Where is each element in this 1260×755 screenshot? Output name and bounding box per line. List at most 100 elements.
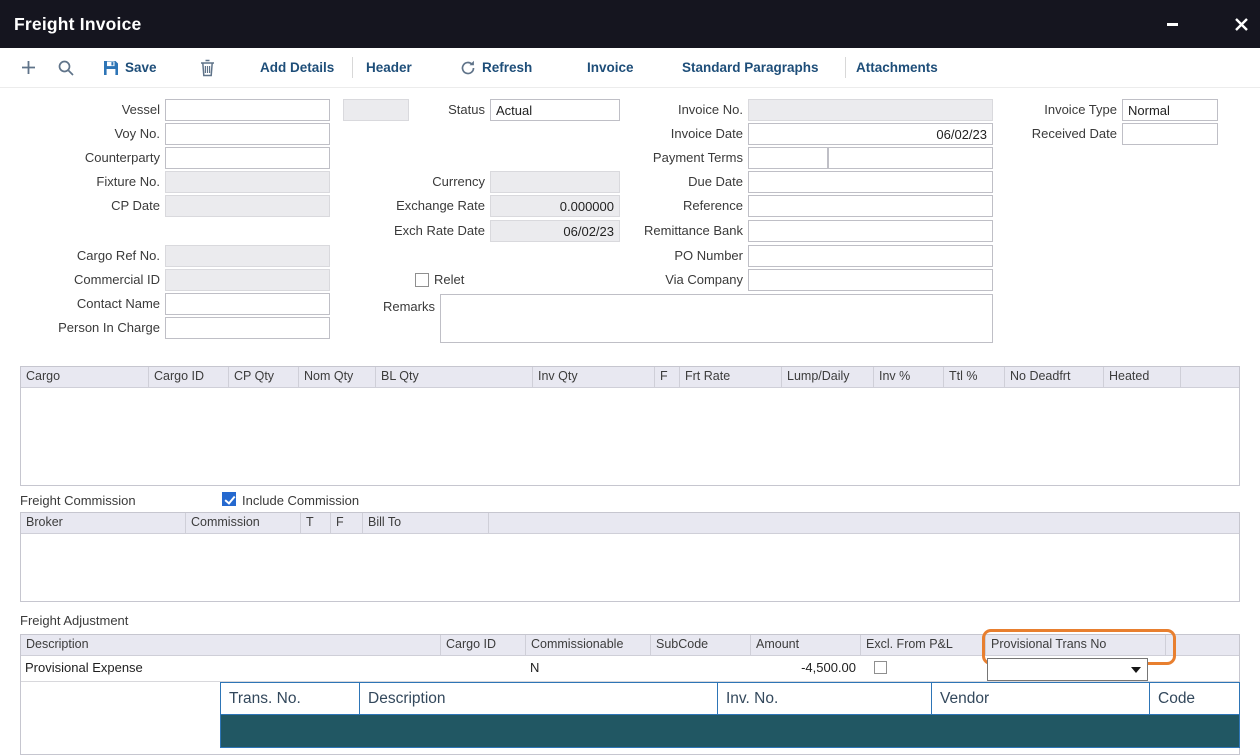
due-date-input[interactable] xyxy=(748,171,993,193)
fixture-no-label: Fixture No. xyxy=(0,171,160,193)
col-header-inv-qty[interactable]: Inv Qty xyxy=(533,367,655,387)
add-icon[interactable] xyxy=(20,48,37,87)
payment-terms-desc-input[interactable] xyxy=(828,147,993,169)
col-header-subcode[interactable]: SubCode xyxy=(651,635,751,655)
counterparty-label: Counterparty xyxy=(0,147,160,169)
titlebar: Freight Invoice xyxy=(0,0,1260,48)
col-header-description[interactable]: Description xyxy=(21,635,441,655)
dropdown-col-vendor[interactable]: Vendor xyxy=(931,682,1150,715)
adjustment-row-amount[interactable]: -4,500.00 xyxy=(750,654,856,682)
col-header-excl-from-pl[interactable]: Excl. From P&L xyxy=(861,635,986,655)
adjustment-grid-header: Description Cargo ID Commissionable SubC… xyxy=(21,635,1239,656)
relet-checkbox[interactable] xyxy=(415,273,429,287)
po-number-label: PO Number xyxy=(580,245,743,267)
received-date-input[interactable] xyxy=(1122,123,1218,145)
commission-grid-header: Broker Commission T F Bill To xyxy=(21,513,1239,534)
vessel-label: Vessel xyxy=(0,99,160,121)
voy-no-input[interactable] xyxy=(165,123,330,145)
col-header-filler xyxy=(1181,367,1239,387)
dropdown-col-code[interactable]: Code xyxy=(1149,682,1240,715)
header-button[interactable]: Header xyxy=(366,48,412,87)
adjustment-row-description[interactable]: Provisional Expense xyxy=(25,654,143,682)
invoice-type-label: Invoice Type xyxy=(985,99,1117,121)
cp-date-label: CP Date xyxy=(0,195,160,217)
payment-terms-label: Payment Terms xyxy=(580,147,743,169)
via-company-input[interactable] xyxy=(748,269,993,291)
refresh-button-label: Refresh xyxy=(482,60,532,75)
cargo-ref-no-input xyxy=(165,245,330,267)
refresh-button[interactable]: Refresh xyxy=(460,48,532,87)
toolbar: Save Add Details Header Refresh Invoice … xyxy=(0,48,1260,88)
col-header-no-deadfrt[interactable]: No Deadfrt xyxy=(1005,367,1104,387)
invoice-button[interactable]: Invoice xyxy=(587,48,634,87)
add-details-button[interactable]: Add Details xyxy=(260,48,334,87)
col-header-f[interactable]: F xyxy=(655,367,680,387)
po-number-input[interactable] xyxy=(748,245,993,267)
dropdown-header-row: Trans. No. Description Inv. No. Vendor C… xyxy=(220,682,1240,715)
invoice-type-input[interactable] xyxy=(1122,99,1218,121)
remittance-bank-input[interactable] xyxy=(748,220,993,242)
col-header-lump-daily[interactable]: Lump/Daily xyxy=(782,367,874,387)
col-header-cp-qty[interactable]: CP Qty xyxy=(229,367,299,387)
col-header-cargo-id[interactable]: Cargo ID xyxy=(441,635,526,655)
window-title: Freight Invoice xyxy=(14,0,141,48)
minimize-button[interactable] xyxy=(1158,0,1186,48)
save-button[interactable]: Save xyxy=(103,48,157,87)
col-header-bill-to[interactable]: Bill To xyxy=(363,513,489,533)
refresh-icon xyxy=(460,60,476,76)
combobox-dropdown-icon[interactable] xyxy=(1131,667,1141,673)
cargo-ref-no-label: Cargo Ref No. xyxy=(0,245,160,267)
standard-paragraphs-button[interactable]: Standard Paragraphs xyxy=(682,48,819,87)
exchange-rate-label: Exchange Rate xyxy=(330,195,485,217)
person-in-charge-label: Person In Charge xyxy=(0,317,160,339)
status-label: Status xyxy=(330,99,485,121)
provisional-trans-no-combobox[interactable] xyxy=(987,658,1148,681)
close-button[interactable] xyxy=(1226,0,1256,48)
reference-input[interactable] xyxy=(748,195,993,217)
col-header-amount[interactable]: Amount xyxy=(751,635,861,655)
payment-terms-code-input[interactable] xyxy=(748,147,828,169)
minimize-icon xyxy=(1167,23,1178,26)
dropdown-col-inv-no[interactable]: Inv. No. xyxy=(717,682,932,715)
close-icon xyxy=(1235,18,1248,31)
counterparty-input[interactable] xyxy=(165,147,330,169)
invoice-no-input xyxy=(748,99,993,121)
invoice-no-label: Invoice No. xyxy=(580,99,743,121)
invoice-date-label: Invoice Date xyxy=(580,123,743,145)
delete-icon[interactable] xyxy=(200,48,215,87)
col-header-nom-qty[interactable]: Nom Qty xyxy=(299,367,376,387)
include-commission-checkbox[interactable] xyxy=(222,492,236,506)
col-header-cargo[interactable]: Cargo xyxy=(21,367,149,387)
dropdown-col-trans-no[interactable]: Trans. No. xyxy=(220,682,360,715)
col-header-filler xyxy=(489,513,1239,533)
cp-date-input xyxy=(165,195,330,217)
commercial-id-label: Commercial ID xyxy=(0,269,160,291)
col-header-f[interactable]: F xyxy=(331,513,363,533)
vessel-input[interactable] xyxy=(165,99,330,121)
remarks-label: Remarks xyxy=(300,296,435,318)
cargo-grid-header: Cargo Cargo ID CP Qty Nom Qty BL Qty Inv… xyxy=(21,367,1239,388)
excl-from-pl-checkbox[interactable] xyxy=(874,661,887,674)
adjustment-row-commissionable[interactable]: N xyxy=(530,654,539,682)
toolbar-separator xyxy=(352,57,353,78)
exch-rate-date-label: Exch Rate Date xyxy=(330,220,485,242)
col-header-frt-rate[interactable]: Frt Rate xyxy=(680,367,782,387)
person-in-charge-input[interactable] xyxy=(165,317,330,339)
col-header-commissionable[interactable]: Commissionable xyxy=(526,635,651,655)
dropdown-selected-row[interactable] xyxy=(220,715,1240,748)
remarks-textarea[interactable] xyxy=(440,294,993,343)
col-header-commission[interactable]: Commission xyxy=(186,513,301,533)
col-header-provisional-trans-no[interactable]: Provisional Trans No xyxy=(986,635,1166,655)
save-button-label: Save xyxy=(125,60,157,75)
dropdown-col-description[interactable]: Description xyxy=(359,682,718,715)
col-header-ttl-pct[interactable]: Ttl % xyxy=(944,367,1005,387)
col-header-t[interactable]: T xyxy=(301,513,331,533)
invoice-date-input[interactable] xyxy=(748,123,993,145)
col-header-heated[interactable]: Heated xyxy=(1104,367,1181,387)
col-header-bl-qty[interactable]: BL Qty xyxy=(376,367,533,387)
search-icon[interactable] xyxy=(57,48,75,87)
col-header-cargo-id[interactable]: Cargo ID xyxy=(149,367,229,387)
attachments-button[interactable]: Attachments xyxy=(856,48,938,87)
col-header-broker[interactable]: Broker xyxy=(21,513,186,533)
col-header-inv-pct[interactable]: Inv % xyxy=(874,367,944,387)
